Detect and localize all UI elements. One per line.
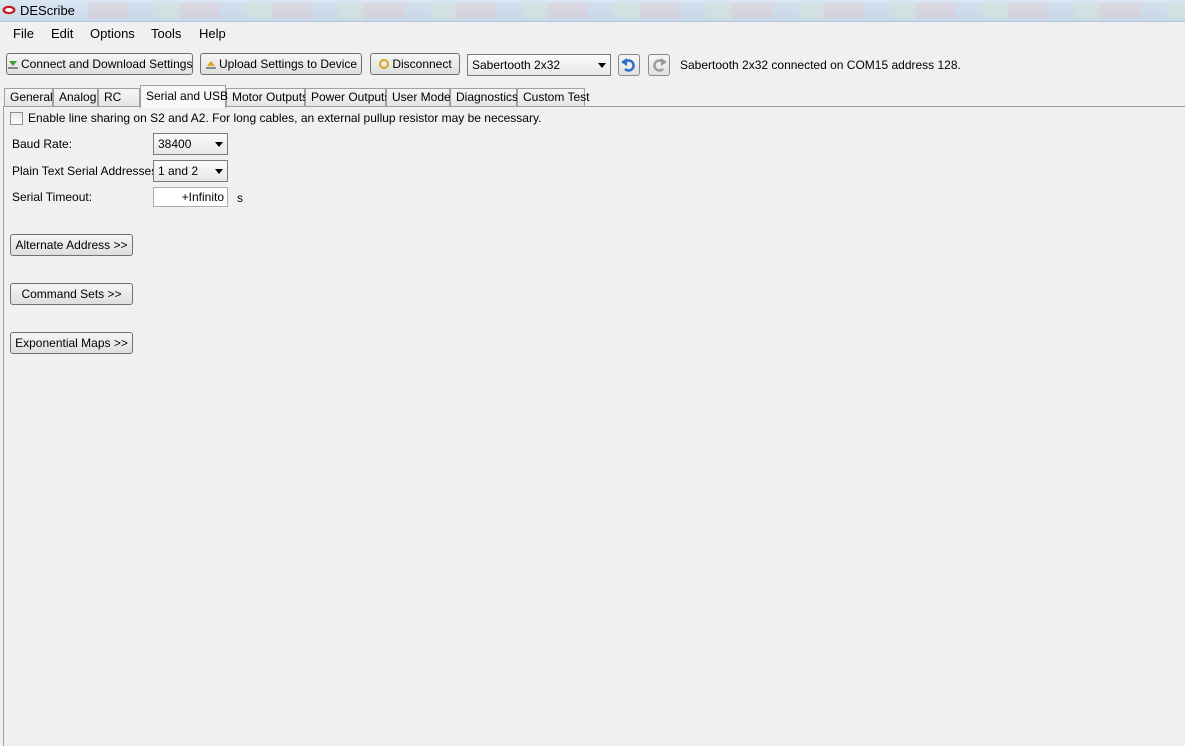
connect-download-button[interactable]: Connect and Download Settings: [6, 53, 193, 75]
redo-button[interactable]: [648, 54, 670, 76]
undo-button[interactable]: [618, 54, 640, 76]
baud-rate-select[interactable]: 38400: [153, 133, 228, 155]
menu-edit[interactable]: Edit: [51, 26, 73, 41]
tab-user-mode[interactable]: User Mode: [386, 88, 451, 107]
device-select-value: Sabertooth 2x32: [472, 58, 561, 72]
command-sets-button[interactable]: Command Sets >>: [10, 283, 133, 305]
menu-tools[interactable]: Tools: [151, 26, 181, 41]
menu-bar: File Edit Options Tools Help: [0, 22, 1185, 44]
disconnect-label: Disconnect: [392, 57, 452, 71]
upload-settings-label: Upload Settings to Device: [218, 57, 358, 71]
upload-settings-button[interactable]: Upload Settings to Device: [200, 53, 362, 75]
disconnect-icon: [379, 59, 390, 69]
menu-help[interactable]: Help: [199, 26, 226, 41]
alternate-address-button[interactable]: Alternate Address >>: [10, 234, 133, 256]
window-title: DEScribe: [20, 3, 75, 18]
chevron-down-icon: [215, 142, 223, 147]
tab-general[interactable]: General: [4, 88, 53, 107]
plain-text-addresses-select[interactable]: 1 and 2: [153, 160, 228, 182]
baud-rate-value: 38400: [158, 137, 192, 151]
blurred-taskbar-strip: [88, 3, 1185, 19]
tab-power-outputs[interactable]: Power Outputs: [305, 88, 390, 107]
baud-rate-label: Baud Rate:: [12, 137, 73, 151]
tab-diagnostics[interactable]: Diagnostics: [450, 88, 518, 107]
tab-motor-outputs[interactable]: Motor Outputs: [226, 88, 308, 107]
serial-timeout-label: Serial Timeout:: [12, 190, 93, 204]
redo-icon: [653, 58, 667, 72]
chevron-down-icon: [598, 63, 606, 68]
tab-custom-test[interactable]: Custom Test: [517, 88, 589, 107]
tab-serial-and-usb[interactable]: Serial and USB: [140, 85, 228, 108]
tab-rc[interactable]: RC: [98, 88, 140, 107]
download-arrow-icon: [8, 61, 18, 69]
plain-text-addresses-value: 1 and 2: [158, 164, 199, 178]
title-bar: DEScribe: [0, 0, 1185, 22]
disconnect-button[interactable]: Disconnect: [370, 53, 460, 75]
line-sharing-label: Enable line sharing on S2 and A2. For lo…: [28, 111, 542, 125]
serial-timeout-unit: s: [237, 191, 243, 205]
tab-analog[interactable]: Analog: [53, 88, 98, 107]
serial-timeout-input[interactable]: +Infinito: [153, 187, 228, 207]
exponential-maps-button[interactable]: Exponential Maps >>: [10, 332, 133, 354]
undo-icon: [621, 58, 635, 72]
plain-text-addresses-label: Plain Text Serial Addresses:: [12, 164, 161, 178]
connection-status: Sabertooth 2x32 connected on COM15 addre…: [680, 58, 961, 72]
line-sharing-checkbox[interactable]: [10, 112, 23, 125]
chevron-down-icon: [215, 169, 223, 174]
connect-download-label: Connect and Download Settings: [21, 57, 193, 71]
app-logo-icon: [2, 5, 16, 15]
upload-arrow-icon: [205, 61, 216, 69]
device-select[interactable]: Sabertooth 2x32: [467, 54, 611, 76]
menu-file[interactable]: File: [13, 26, 34, 41]
menu-options[interactable]: Options: [90, 26, 135, 41]
